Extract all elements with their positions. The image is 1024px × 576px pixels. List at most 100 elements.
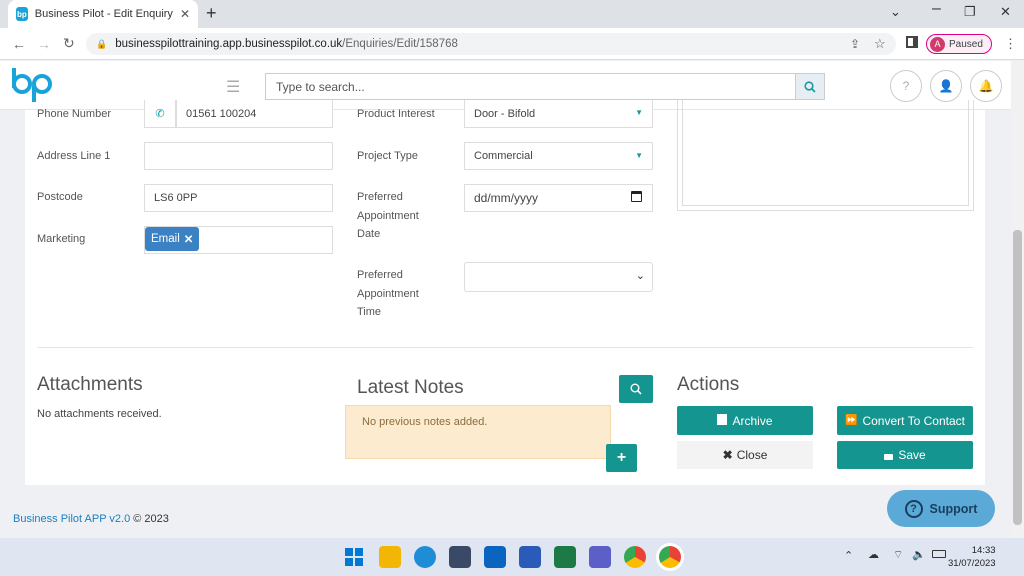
archive-label: Archive: [732, 413, 773, 428]
footer: [0, 486, 1011, 538]
calendar-icon[interactable]: [631, 191, 642, 202]
remove-tag-icon[interactable]: ✕: [184, 232, 194, 246]
search-notes-button[interactable]: [619, 375, 653, 403]
pref-date-input[interactable]: dd/mm/yyyy: [464, 184, 653, 212]
section-divider: [37, 347, 973, 348]
browser-tab[interactable]: bp Business Pilot - Edit Enquiry ✕: [8, 0, 198, 28]
chrome-icon[interactable]: [624, 546, 646, 568]
share-icon[interactable]: ⇪: [850, 37, 860, 51]
notes-textarea-frame: [677, 100, 974, 211]
user-icon[interactable]: 👤: [930, 70, 962, 102]
new-tab-icon[interactable]: +: [206, 3, 217, 24]
pref-time-select[interactable]: ⌄: [464, 262, 653, 292]
archive-button[interactable]: Archive: [677, 406, 813, 435]
edge-icon[interactable]: [414, 546, 436, 568]
notes-empty-alert: No previous notes added.: [345, 405, 611, 459]
marketing-label: Marketing: [37, 233, 86, 245]
battery-icon[interactable]: [932, 550, 946, 558]
search-icon: [804, 80, 816, 93]
product-label: Product Interest: [357, 108, 435, 120]
chevron-down-icon: ⌄: [635, 270, 645, 282]
taskbar-clock[interactable]: 14:33 31/07/2023: [948, 544, 996, 570]
bookmark-star-icon[interactable]: ☆: [874, 36, 886, 52]
windows-start-icon[interactable]: [343, 546, 365, 568]
product-select[interactable]: Door - Bifold ▼: [464, 100, 653, 128]
notifications-bell-icon[interactable]: 🔔: [970, 70, 1002, 102]
notes-textarea[interactable]: [682, 100, 969, 206]
business-pilot-logo[interactable]: [12, 68, 56, 104]
phone-icon[interactable]: ✆: [144, 100, 176, 128]
convert-to-contact-button[interactable]: ⏩ Convert To Contact: [837, 406, 973, 435]
tab-search-chevron-icon[interactable]: ⌄: [890, 4, 901, 20]
teams-icon[interactable]: [589, 546, 611, 568]
url-host: businesspilottraining.app.businesspilot.…: [115, 38, 343, 50]
attachments-empty: No attachments received.: [37, 408, 162, 420]
phone-field[interactable]: 01561 100204: [176, 100, 333, 128]
close-label: Close: [736, 448, 768, 462]
menu-toggle-icon[interactable]: ☰: [226, 77, 240, 97]
outlook-icon[interactable]: [484, 546, 506, 568]
support-label: Support: [929, 501, 978, 516]
wifi-icon[interactable]: ⌔: [893, 548, 903, 562]
forward-icon[interactable]: →: [37, 36, 51, 52]
close-button[interactable]: ✖ Close: [677, 441, 813, 469]
product-value: Door - Bifold: [474, 107, 536, 120]
phone-label: Phone Number: [37, 108, 111, 120]
marketing-tag: Email ✕: [145, 227, 200, 251]
store-icon[interactable]: [449, 546, 471, 568]
clock-time: 14:33: [971, 545, 996, 556]
back-icon[interactable]: ←: [12, 36, 26, 52]
avatar: A: [930, 36, 945, 52]
search-button[interactable]: [795, 73, 825, 100]
close-tab-icon[interactable]: ✕: [180, 7, 190, 21]
address-bar[interactable]: 🔒 businesspilottraining.app.businesspilo…: [86, 33, 896, 55]
project-type-value: Commercial: [474, 150, 533, 162]
save-icon: [884, 450, 894, 460]
dropdown-arrow-icon: ▼: [635, 108, 643, 117]
lock-icon: 🔒: [96, 38, 108, 49]
project-type-select[interactable]: Commercial ▼: [464, 142, 653, 170]
latest-notes-title: Latest Notes: [357, 377, 464, 398]
volume-icon[interactable]: 🔈: [912, 548, 926, 561]
archive-icon: [717, 416, 728, 425]
pref-time-label: Preferred Appointment Time: [357, 269, 419, 318]
scrollbar-thumb[interactable]: [1013, 230, 1022, 525]
save-label: Save: [898, 448, 926, 462]
convert-label: Convert To Contact: [862, 413, 965, 428]
favicon-icon: bp: [16, 7, 28, 21]
attachments-title: Attachments: [37, 374, 143, 395]
minimize-icon[interactable]: –: [932, 0, 941, 18]
word-icon[interactable]: [519, 546, 541, 568]
notes-empty-text: No previous notes added.: [362, 416, 488, 428]
file-explorer-icon[interactable]: [379, 546, 401, 568]
search-icon: [630, 383, 642, 395]
reload-icon[interactable]: ↻: [63, 35, 75, 52]
help-icon[interactable]: ?: [890, 70, 922, 102]
onedrive-icon[interactable]: ☁: [868, 548, 879, 561]
browser-menu-icon[interactable]: ⋮: [1004, 36, 1017, 52]
actions-title: Actions: [677, 374, 740, 395]
project-type-label: Project Type: [357, 150, 418, 162]
side-panel-icon[interactable]: [906, 36, 918, 48]
profile-button[interactable]: A Paused: [926, 34, 992, 54]
address-label: Address Line 1: [37, 150, 111, 162]
footer-copyright: © 2023: [133, 513, 169, 525]
save-button[interactable]: Save: [837, 441, 973, 469]
tray-chevron-icon[interactable]: ⌃: [844, 549, 853, 562]
postcode-field[interactable]: LS6 0PP: [144, 184, 333, 212]
close-icon: ✖: [722, 448, 733, 462]
help-circle-icon: ?: [904, 499, 923, 518]
window-close-icon[interactable]: ✕: [1000, 4, 1011, 20]
add-note-button[interactable]: +: [606, 444, 637, 472]
excel-icon[interactable]: [554, 546, 576, 568]
footer-text: Business Pilot APP v2.0 © 2023: [13, 513, 169, 525]
address-field[interactable]: [144, 142, 333, 170]
url-path: /Enquiries/Edit/158768: [342, 38, 458, 50]
restore-icon[interactable]: ❐: [964, 4, 976, 20]
search-input[interactable]: [265, 73, 795, 100]
chrome-profile-icon[interactable]: [659, 546, 681, 568]
support-button[interactable]: ? Support: [887, 490, 995, 527]
footer-brand-link[interactable]: Business Pilot APP v2.0: [13, 513, 130, 525]
postcode-label: Postcode: [37, 191, 83, 203]
plus-icon: +: [616, 449, 627, 466]
